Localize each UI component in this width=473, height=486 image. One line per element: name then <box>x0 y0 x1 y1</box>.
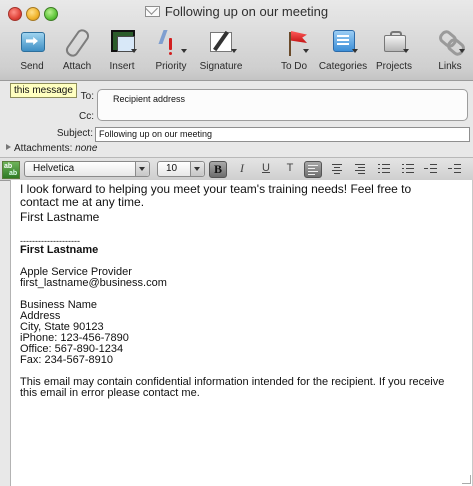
compose-window: Following up on our meeting Send Attach … <box>0 0 473 486</box>
underline-button[interactable]: U <box>258 161 274 176</box>
todo-label: To Do <box>280 61 308 72</box>
priority-label: Priority <box>155 61 187 72</box>
signature-fax: Fax: 234-567-8910 <box>20 354 113 366</box>
projects-icon <box>379 26 409 60</box>
to-field[interactable]: Recipient address <box>97 89 468 121</box>
send-icon <box>17 26 47 60</box>
bold-button[interactable]: B <box>209 161 227 178</box>
attach-button[interactable]: Attach <box>57 26 97 76</box>
message-body[interactable]: I look forward to helping you meet your … <box>10 180 473 486</box>
categories-icon <box>328 26 358 60</box>
attachments-value: none <box>75 143 98 154</box>
chevron-down-icon <box>190 162 204 176</box>
disclosure-triangle-icon[interactable] <box>6 144 11 150</box>
tooltip: this message <box>10 83 77 98</box>
signature-label: Signature <box>199 61 243 72</box>
intro-paragraph: I look forward to helping you meet your … <box>20 182 412 209</box>
window-title-text: Following up on our meeting <box>164 4 329 19</box>
font-select[interactable]: Helvetica <box>24 161 150 177</box>
sign-off-name: First Lastname <box>20 210 100 224</box>
signature-email: first_lastname@business.com <box>20 277 167 289</box>
priority-icon <box>155 26 187 60</box>
signature-icon <box>205 26 237 60</box>
attachments-row[interactable]: Attachments: none <box>6 143 97 154</box>
projects-label: Projects <box>375 61 413 72</box>
font-size-value: 10 <box>166 163 178 174</box>
bullet-list-button[interactable] <box>400 161 416 176</box>
signature-button[interactable]: Signature <box>196 26 246 76</box>
send-button[interactable]: Send <box>14 26 50 76</box>
flag-icon <box>279 26 309 60</box>
align-center-button[interactable] <box>329 161 345 176</box>
window-toolbar: Following up on our meeting Send Attach … <box>0 0 473 81</box>
todo-button[interactable]: To Do <box>276 26 312 76</box>
align-right-button[interactable] <box>352 161 368 176</box>
increase-indent-button[interactable] <box>447 161 463 176</box>
decrease-indent-button[interactable] <box>423 161 439 176</box>
cc-label: Cc: <box>79 111 94 122</box>
categories-label: Categories <box>318 61 368 72</box>
priority-button[interactable]: Priority <box>149 26 193 76</box>
window-title: Following up on our meeting <box>0 4 473 19</box>
projects-button[interactable]: Projects <box>372 26 416 76</box>
categories-button[interactable]: Categories <box>317 26 369 76</box>
subject-label: Subject: <box>56 128 93 139</box>
send-label: Send <box>20 61 44 72</box>
signature-name: First Lastname <box>20 244 99 256</box>
paperclip-icon <box>63 26 92 60</box>
align-left-button[interactable] <box>304 161 322 178</box>
insert-label: Insert <box>109 61 135 72</box>
attach-label: Attach <box>62 61 92 72</box>
links-icon <box>435 26 468 60</box>
insert-media-icon <box>107 26 137 60</box>
insert-button[interactable]: Insert <box>103 26 141 76</box>
resize-handle-icon[interactable] <box>462 475 471 484</box>
attachments-label: Attachments: <box>14 143 73 154</box>
envelope-icon <box>144 6 160 17</box>
spelling-icon[interactable]: ab ab <box>2 161 20 179</box>
italic-button[interactable]: I <box>234 161 250 176</box>
links-button[interactable]: Links <box>432 26 468 76</box>
chevron-down-icon <box>135 162 149 176</box>
font-size-select[interactable]: 10 <box>157 161 205 177</box>
disclaimer-paragraph: This email may contain confidential info… <box>20 376 445 399</box>
links-label: Links <box>438 61 462 72</box>
text-color-button[interactable]: T <box>282 161 298 176</box>
format-bar: ab ab Helvetica 10 B I U T <box>0 157 473 181</box>
font-value: Helvetica <box>33 163 75 174</box>
recipient-token[interactable]: Recipient address <box>113 94 185 104</box>
subject-field[interactable]: Following up on our meeting <box>95 127 470 142</box>
numbered-list-button[interactable] <box>376 161 392 176</box>
